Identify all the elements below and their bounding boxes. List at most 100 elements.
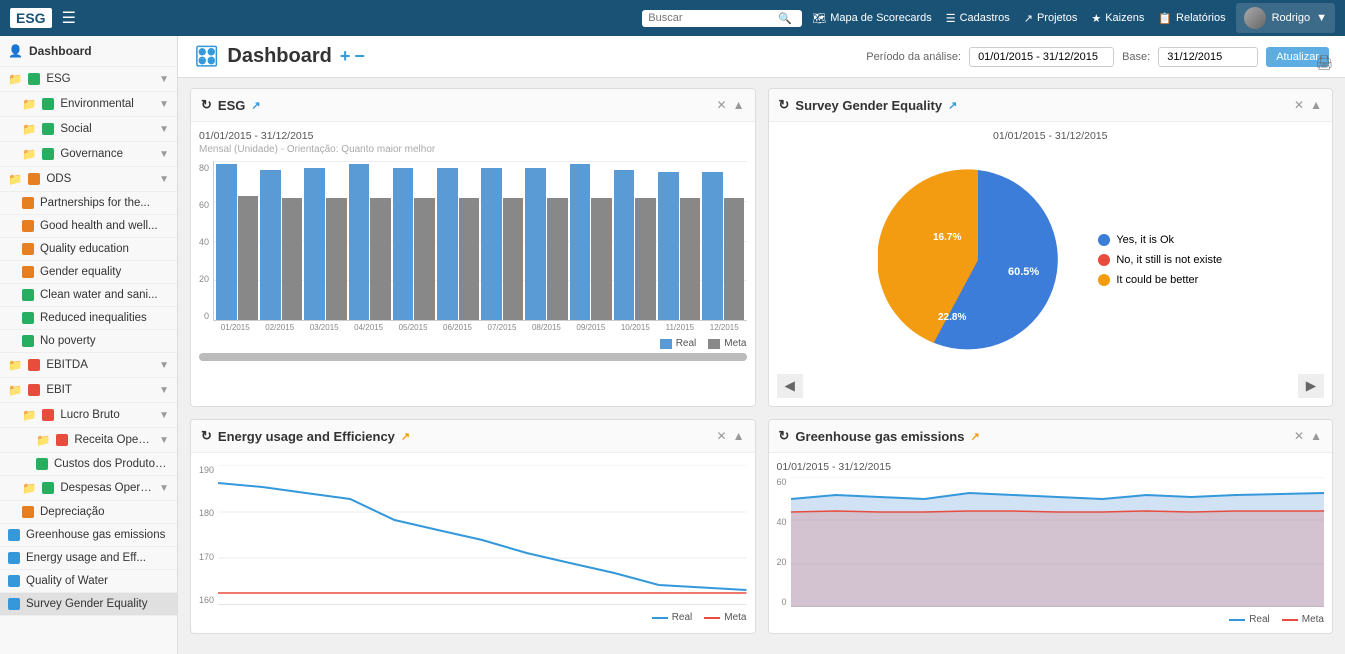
survey-prev-button[interactable]: ◀ (777, 374, 803, 398)
esg-chart-body: 01/01/2015 - 31/12/2015 Mensal (Unidade)… (191, 122, 755, 369)
pie-label-blue: 60.5% (1008, 266, 1039, 278)
energy-y-170: 170 (199, 552, 214, 562)
person-icon: 👤 (8, 44, 23, 58)
sidebar-item-despesas[interactable]: 📁 Despesas Operacionais ▼ (0, 476, 177, 501)
base-input[interactable] (1158, 47, 1258, 67)
greenhouse-real-legend-line (1229, 619, 1245, 621)
bar-group-1 (260, 170, 302, 320)
pie-dot-orange (1098, 274, 1110, 286)
bar-group-11 (702, 172, 744, 320)
sidebar-item-partnerships[interactable]: Partnerships for the... (0, 192, 177, 215)
y-label-40: 40 (199, 237, 209, 247)
energy-close-icon[interactable]: ✕ (717, 429, 727, 443)
nopoverty-sq-icon (22, 335, 34, 347)
search-input[interactable] (648, 12, 778, 24)
sidebar-item-custos[interactable]: Custos dos Produtos ... (0, 453, 177, 476)
sidebar-item-cleanwater[interactable]: Clean water and sani... (0, 284, 177, 307)
energy-refresh-icon: ↻ (201, 428, 212, 444)
survey-nav: ◀ ▶ (777, 374, 1325, 398)
energy-link-icon[interactable]: ↗ (401, 430, 410, 443)
sidebar-esg-label: ESG (46, 73, 153, 85)
map-icon: 🗺 (812, 12, 826, 25)
sidebar-greenhouse-label: Greenhouse gas emissions (26, 529, 169, 541)
sidebar-item-governance[interactable]: 📁 Governance ▼ (0, 142, 177, 167)
energy-meta-legend-line (704, 617, 720, 619)
goodhealth-sq-icon (22, 220, 34, 232)
sidebar-item-esg[interactable]: 📁 ESG ▼ (0, 67, 177, 92)
nav-cadastros[interactable]: ☰ Cadastros (946, 12, 1010, 25)
survey-close-icon[interactable]: ✕ (1294, 98, 1304, 112)
survey-next-button[interactable]: ▶ (1298, 374, 1324, 398)
user-menu[interactable]: Rodrigo ▼ (1236, 3, 1335, 33)
sidebar-survey-label: Survey Gender Equality (26, 598, 169, 610)
sidebar-item-ebit[interactable]: 📁 EBIT ▼ (0, 378, 177, 403)
survey-collapse-icon[interactable]: ▲ (1310, 98, 1322, 112)
sidebar-item-goodhealth[interactable]: Good health and well... (0, 215, 177, 238)
greenhouse-red-area (791, 511, 1324, 607)
sidebar-item-nopoverty[interactable]: No poverty (0, 330, 177, 353)
energy-chart-body: 190 180 170 160 (191, 453, 755, 631)
sidebar-item-energyusage[interactable]: Energy usage and Eff... (0, 547, 177, 570)
period-input[interactable] (969, 47, 1114, 67)
sidebar-goodhealth-label: Good health and well... (40, 220, 169, 232)
sidebar-item-quality[interactable]: Quality education (0, 238, 177, 261)
remove-widget-button[interactable]: − (354, 46, 365, 67)
sidebar-item-greenhouse[interactable]: Greenhouse gas emissions (0, 524, 177, 547)
period-label: Período da análise: (866, 51, 961, 63)
sidebar-item-ods[interactable]: 📁 ODS ▼ (0, 167, 177, 192)
refresh-icon: ↻ (201, 97, 212, 113)
esg-legend-meta: Meta (708, 338, 746, 349)
print-icon[interactable]: 🖨 (1315, 54, 1333, 71)
sidebar-item-reduced[interactable]: Reduced inequalities (0, 307, 177, 330)
survey-link-icon[interactable]: ↗ (948, 99, 957, 112)
bar-group-10 (658, 172, 700, 320)
sidebar-gender-label: Gender equality (40, 266, 169, 278)
sidebar-item-ebitda[interactable]: 📁 EBITDA ▼ (0, 353, 177, 378)
bar-group-5 (437, 168, 479, 320)
folder-icon-despesas: 📁 (22, 481, 36, 495)
energy-legend-real: Real (652, 612, 693, 623)
partnerships-sq-icon (22, 197, 34, 209)
greenhouse-collapse-icon[interactable]: ▲ (1310, 429, 1322, 443)
greenhouse-close-icon[interactable]: ✕ (1294, 429, 1304, 443)
esg-scrollbar[interactable] (199, 353, 747, 361)
sidebar-item-dashboard[interactable]: 👤 Dashboard (0, 36, 177, 67)
sidebar-item-lucrobruto[interactable]: 📁 Lucro Bruto ▼ (0, 403, 177, 428)
sidebar-item-social[interactable]: 📁 Social ▼ (0, 117, 177, 142)
sidebar-item-qualitywater[interactable]: Quality of Water (0, 570, 177, 593)
esg-legend-real: Real (660, 338, 697, 349)
sidebar-item-gender[interactable]: Gender equality (0, 261, 177, 284)
greenhouse-y-labels: 60 40 20 0 (777, 477, 791, 607)
esg-collapse-icon[interactable]: ▲ (733, 98, 745, 112)
nav-relatorios[interactable]: 📋 Relatórios (1158, 12, 1225, 25)
bar-meta-8 (591, 198, 612, 320)
sidebar-item-surveygender[interactable]: Survey Gender Equality (0, 593, 177, 616)
greenhouse-link-icon[interactable]: ↗ (970, 430, 979, 443)
greenhouse-y-0: 0 (777, 597, 787, 607)
hamburger-icon[interactable]: ☰ (62, 8, 76, 28)
bar-group-7 (525, 168, 567, 320)
energy-chart-card: ↻ Energy usage and Efficiency ↗ ✕ ▲ 190 (190, 419, 756, 634)
chevron-down-icon: ▼ (1316, 12, 1327, 24)
chevron-right-icon-env: ▼ (159, 99, 169, 110)
nav-kaizens[interactable]: ★ Kaizens (1091, 12, 1144, 25)
sidebar-ebit-label: EBIT (46, 384, 153, 396)
add-widget-button[interactable]: + (340, 46, 351, 67)
sidebar-item-receitaop[interactable]: 📁 Receita Operacional ... ▼ (0, 428, 177, 453)
bar-group-4 (393, 168, 435, 320)
greenhouse-area-svg (791, 477, 1324, 607)
sidebar-item-depreciacao[interactable]: Depreciação (0, 501, 177, 524)
folder-icon-ebit: 📁 (8, 383, 22, 397)
nav-scorecards[interactable]: 🗺 Mapa de Scorecards (812, 12, 931, 25)
energy-collapse-icon[interactable]: ▲ (733, 429, 745, 443)
esg-close-icon[interactable]: ✕ (717, 98, 727, 112)
depreciacao-sq-icon (22, 506, 34, 518)
nav-projetos[interactable]: ↗ Projetos (1024, 12, 1078, 25)
pie-legend: Yes, it is Ok No, it still is not existe… (1098, 234, 1222, 286)
esg-link-icon[interactable]: ↗ (251, 99, 260, 112)
greenhouse-chart-wrap: 60 40 20 0 (777, 477, 1325, 610)
chevron-right-icon-soc: ▼ (159, 124, 169, 135)
energy-chart-title: ↻ Energy usage and Efficiency ↗ (201, 428, 709, 444)
sidebar-item-environmental[interactable]: 📁 Environmental ▼ (0, 92, 177, 117)
sidebar: 👤 Dashboard 📁 ESG ▼ 📁 Environmental ▼ 📁 … (0, 36, 178, 654)
